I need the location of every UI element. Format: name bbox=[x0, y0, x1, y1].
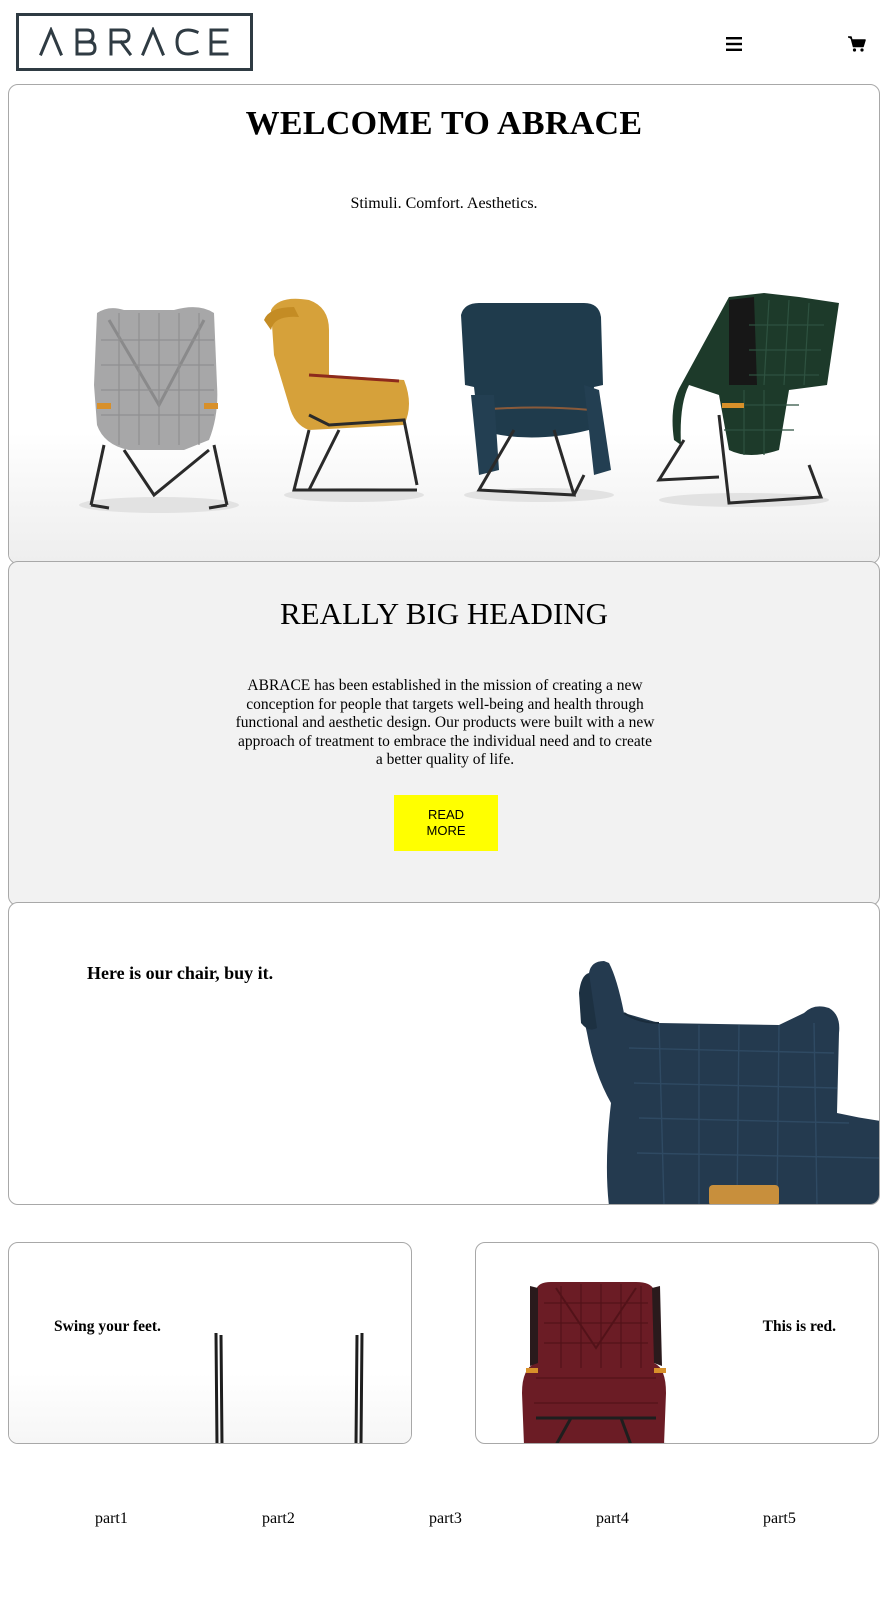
green-chair bbox=[656, 293, 839, 507]
red-chair-card: This is red. bbox=[475, 1242, 879, 1444]
footer-link-part2[interactable]: part2 bbox=[262, 1510, 295, 1528]
footer-link-part1[interactable]: part1 bbox=[95, 1510, 128, 1528]
logo[interactable]: ABRACE bbox=[16, 13, 253, 71]
red-chair-card-heading: This is red. bbox=[762, 1318, 836, 1335]
yellow-chair bbox=[264, 298, 424, 502]
feature-heading: Here is our chair, buy it. bbox=[87, 963, 274, 983]
read-more-button[interactable]: READ MORE bbox=[394, 795, 498, 851]
about-heading: REALLY BIG HEADING bbox=[279, 596, 609, 631]
chair-legs-image bbox=[214, 1332, 364, 1443]
feature-section: Here is our chair, buy it. bbox=[8, 902, 880, 1205]
shopping-cart-icon[interactable] bbox=[843, 30, 871, 58]
abrace-logo-mark bbox=[39, 27, 229, 57]
swing-card: Swing your feet. bbox=[8, 1242, 412, 1444]
navy-chair-image bbox=[579, 961, 879, 1204]
blue-chair bbox=[461, 303, 614, 502]
hamburger-menu-icon[interactable] bbox=[720, 30, 748, 58]
swing-card-heading: Swing your feet. bbox=[54, 1318, 161, 1335]
hero-section: WELCOME TO ABRACE Stimuli. Comfort. Aest… bbox=[8, 84, 880, 564]
footer-link-part5[interactable]: part5 bbox=[763, 1510, 796, 1528]
footer-link-part4[interactable]: part4 bbox=[596, 1510, 629, 1528]
hero-chairs-image bbox=[79, 293, 839, 513]
red-chair-image bbox=[522, 1282, 666, 1443]
about-section: REALLY BIG HEADING ABRACE has been estab… bbox=[8, 561, 880, 906]
grey-chair bbox=[79, 307, 239, 513]
about-body: ABRACE has been established in the missi… bbox=[235, 677, 655, 768]
footer-link-part3[interactable]: part3 bbox=[429, 1510, 462, 1528]
